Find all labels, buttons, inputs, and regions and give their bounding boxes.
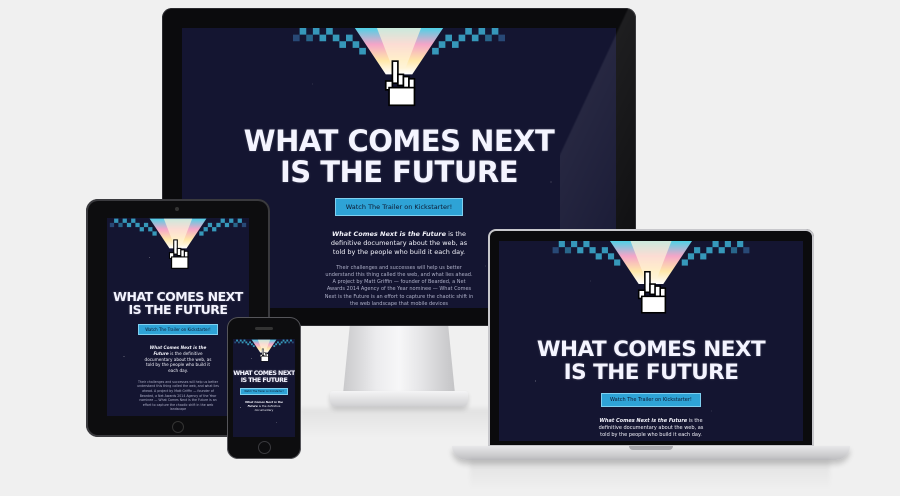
tagline-title: What Comes Next is the Future [331,230,447,239]
page-title: WHAT COMES NEXT IS THE FUTURE [233,370,295,384]
tagline: What Comes Next is the Future is the def… [143,345,213,373]
tagline-rest: is the definitive documentary [254,403,281,412]
headline-line-2: IS THE FUTURE [128,302,228,318]
laptop-opening-notch [629,446,673,450]
pixel-hand-cursor-icon [284,28,514,116]
laptop-device: WHAT COMES NEXT IS THE FUTURE Watch The … [488,229,814,447]
headline-line-2: IS THE FUTURE [279,154,519,189]
tagline: What Comes Next is the Future is the def… [329,230,469,256]
page-title: WHAT COMES NEXT IS THE FUTURE [244,126,555,187]
page-title: WHAT COMES NEXT IS THE FUTURE [113,290,243,316]
headline-line-2: IS THE FUTURE [240,376,288,384]
phone-page: WHAT COMES NEXT IS THE FUTURE Watch The … [233,339,295,437]
laptop-page: WHAT COMES NEXT IS THE FUTURE Watch The … [499,241,803,441]
tagline: What Comes Next is the Future is the def… [594,418,708,438]
laptop-shadow [470,460,830,490]
headline-line-1: WHAT COMES NEXT [536,337,766,362]
laptop-base [452,446,850,460]
laptop-screen: WHAT COMES NEXT IS THE FUTURE Watch The … [499,241,803,441]
tablet-camera [175,207,179,211]
phone-home-button[interactable] [258,441,271,454]
tablet-home-button[interactable] [172,421,184,433]
phone-screen: WHAT COMES NEXT IS THE FUTURE Watch The … [233,339,295,437]
pixel-hand-cursor-icon [107,218,249,276]
pixel-hand-cursor-icon [233,339,295,365]
monitor-stand-base [330,391,468,407]
monitor-shadow [300,408,500,438]
watch-trailer-button[interactable]: Watch The Trailer on Kickstarter! [601,393,701,408]
watch-trailer-button[interactable]: Watch The Trailer on Kickstarter! [138,324,218,336]
phone-speaker [255,327,273,330]
intro-paragraph: Their challenges and successes will help… [324,264,474,307]
tagline-title: What Comes Next is the Future [599,418,688,425]
phone-device: WHAT COMES NEXT IS THE FUTURE Watch The … [227,317,301,459]
watch-trailer-button[interactable]: Watch The Trailer on Kickstarter! [334,198,464,217]
intro-paragraph: Their challenges and successes will help… [137,379,219,412]
watch-trailer-button[interactable]: Watch The Trailer on Kickstarter! [240,388,288,396]
pixel-hand-cursor-icon [546,241,756,323]
monitor-stand-neck [343,326,455,394]
headline-line-1: WHAT COMES NEXT [243,124,555,159]
page-title: WHAT COMES NEXT IS THE FUTURE [536,337,766,385]
tagline: What Comes Next is the Future is the def… [241,400,287,412]
headline-line-2: IS THE FUTURE [563,359,739,385]
